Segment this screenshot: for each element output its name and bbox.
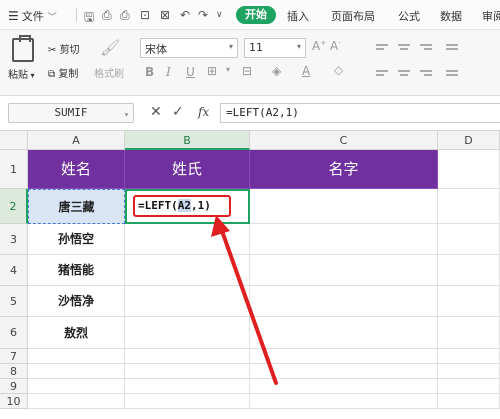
cancel-icon[interactable]: ✕ (150, 104, 162, 120)
tab-data[interactable]: 数据 (440, 8, 462, 24)
name-box-value: SUMIF (54, 106, 88, 119)
paste-button[interactable]: 粘贴 ▾ (8, 66, 35, 81)
preview-icon[interactable]: ⊠ (160, 8, 170, 22)
chevron-down-icon[interactable]: ▾ (226, 65, 230, 74)
cut-label: 剪切 (59, 45, 80, 56)
divider (76, 8, 77, 22)
print-preview-icon[interactable]: ⎙ (102, 8, 112, 23)
tab-insert[interactable]: 插入 (287, 8, 309, 24)
chevron-down-icon: ﹀ (47, 13, 57, 23)
confirm-icon[interactable]: ✓ (172, 104, 184, 120)
clear-format-icon[interactable]: ◇ (334, 63, 343, 77)
decrease-font-icon[interactable]: A- (330, 39, 341, 53)
font-size-value: 11 (249, 41, 263, 54)
format-painter-icon: 🖌 (100, 38, 121, 57)
font-name-value: 宋体 (145, 43, 167, 56)
chevron-down-icon: ▾ (296, 42, 301, 51)
font-color-icon[interactable]: A (302, 64, 310, 78)
tab-review[interactable]: 审阅 (482, 8, 500, 24)
hamburger-icon: ☰ (8, 9, 19, 23)
tab-formulas[interactable]: 公式 (398, 8, 420, 24)
formula-bar: SUMIF ▾ ✕ ✓ fx =LEFT(A2,1) (0, 101, 500, 125)
fill-color-icon[interactable]: ◈ (272, 64, 281, 78)
underline-icon[interactable]: U (186, 65, 195, 79)
chevron-down-icon: ▾ (228, 42, 233, 51)
border-icon[interactable]: ⊞ (207, 64, 217, 78)
cut-button[interactable]: ✂ 剪切 (48, 41, 80, 56)
redo-icon[interactable]: ↷ (198, 8, 208, 22)
name-box[interactable]: SUMIF ▾ (8, 103, 134, 123)
increase-font-icon[interactable]: A+ (312, 39, 326, 53)
quick-access-dropdown-icon[interactable]: ∨ (216, 10, 223, 20)
scissors-icon: ✂ (48, 45, 60, 56)
copy-label: 复制 (58, 69, 79, 80)
save-icon[interactable]: 🖫 (84, 8, 94, 29)
copy-button[interactable]: ⧉ 复制 (48, 65, 78, 80)
file-menu[interactable]: ☰ 文件 ﹀ (8, 8, 57, 24)
annotation-arrow (211, 215, 278, 385)
insert-function-icon[interactable]: fx (198, 105, 209, 119)
chevron-down-icon: ▾ (124, 110, 129, 119)
export-pdf-icon[interactable]: ⊡ (140, 8, 150, 22)
tab-home[interactable]: 开始 (236, 6, 276, 24)
italic-icon[interactable]: I (166, 65, 171, 79)
tab-page-layout[interactable]: 页面布局 (331, 8, 375, 24)
print-icon[interactable]: ⎙ (120, 8, 130, 23)
undo-icon[interactable]: ↶ (180, 8, 190, 22)
file-menu-label: 文件 (21, 10, 44, 23)
formula-input[interactable]: =LEFT(A2,1) (220, 103, 500, 123)
font-size-select[interactable]: 11 ▾ (244, 38, 306, 58)
paste-icon[interactable] (12, 35, 34, 62)
merge-icon[interactable]: ⊟ (242, 64, 252, 78)
spreadsheet-grid: A B C D 1 2 3 4 5 6 7 8 9 10 姓名 姓氏 名字 唐三… (0, 130, 500, 418)
paste-label: 粘贴 (8, 70, 28, 81)
copy-icon: ⧉ (48, 69, 59, 80)
bold-icon[interactable]: B (145, 65, 154, 79)
format-painter-button[interactable]: 格式刷 (94, 65, 124, 80)
font-name-select[interactable]: 宋体 ▾ (140, 38, 238, 58)
menu-bar: ☰ 文件 ﹀ 🖫 ⎙ ⎙ ⊡ ⊠ ↶ ↷ ∨ 开始 插入 页面布局 公式 数据 审阅 (0, 0, 500, 30)
ribbon: 粘贴 ▾ ✂ 剪切 ⧉ 复制 🖌 格式刷 宋体 ▾ 11 ▾ A+ A- B I U… (0, 30, 500, 96)
